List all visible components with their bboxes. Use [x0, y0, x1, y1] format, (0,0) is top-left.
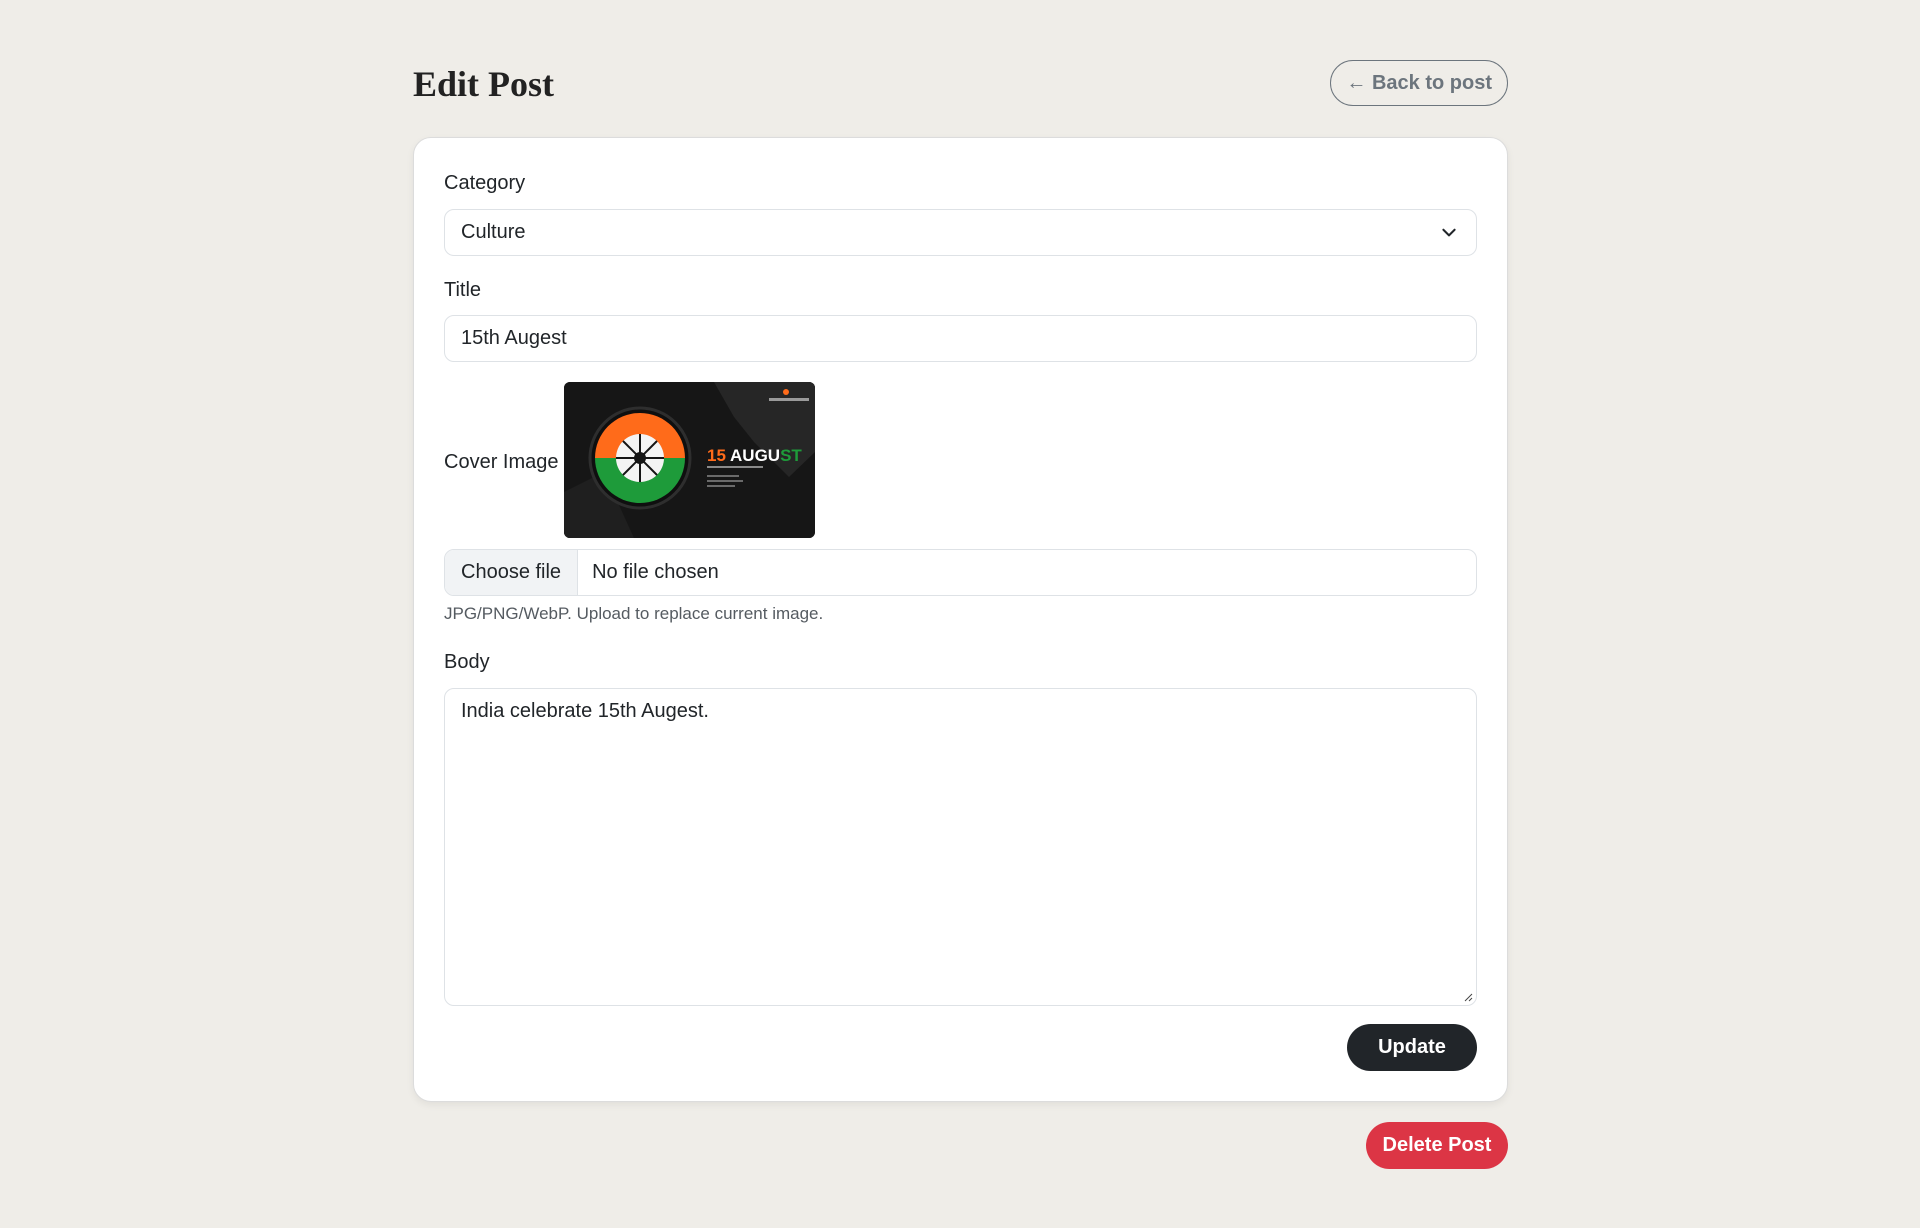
chevron-down-icon — [1442, 228, 1456, 237]
cover-image-thumbnail: 15 AUGUST — [564, 382, 815, 538]
cover-image: 15 AUGUST — [564, 382, 815, 538]
category-select[interactable]: Culture — [444, 209, 1477, 256]
delete-post-button[interactable]: Delete Post — [1366, 1122, 1508, 1169]
category-selected-value: Culture — [461, 221, 526, 243]
body-label: Body — [444, 651, 490, 673]
cover-image-help-text: JPG/PNG/WebP. Upload to replace current … — [444, 604, 824, 623]
cover-image-heading: 15 AUGUST — [707, 446, 802, 465]
cover-image-file-input[interactable]: Choose file No file chosen — [444, 549, 1477, 596]
resize-grip-icon[interactable] — [1463, 992, 1473, 1002]
category-label: Category — [444, 172, 526, 194]
title-label: Title — [444, 279, 482, 301]
page-title: Edit Post — [413, 64, 555, 104]
back-to-post-button[interactable]: ← Back to post — [1330, 60, 1508, 106]
edit-post-form: Category Culture Title 15th Augest Cover… — [413, 137, 1508, 1102]
update-button[interactable]: Update — [1347, 1024, 1477, 1071]
choose-file-button[interactable]: Choose file — [445, 550, 579, 595]
title-input[interactable]: 15th Augest — [444, 315, 1477, 362]
body-textarea[interactable]: India celebrate 15th Augest. — [444, 688, 1477, 1006]
cover-image-label: Cover Image — [444, 451, 559, 473]
file-status: No file chosen — [592, 561, 719, 583]
body-text: India celebrate 15th Augest. — [461, 700, 709, 722]
page-header: Edit Post ← Back to post — [413, 60, 1508, 108]
